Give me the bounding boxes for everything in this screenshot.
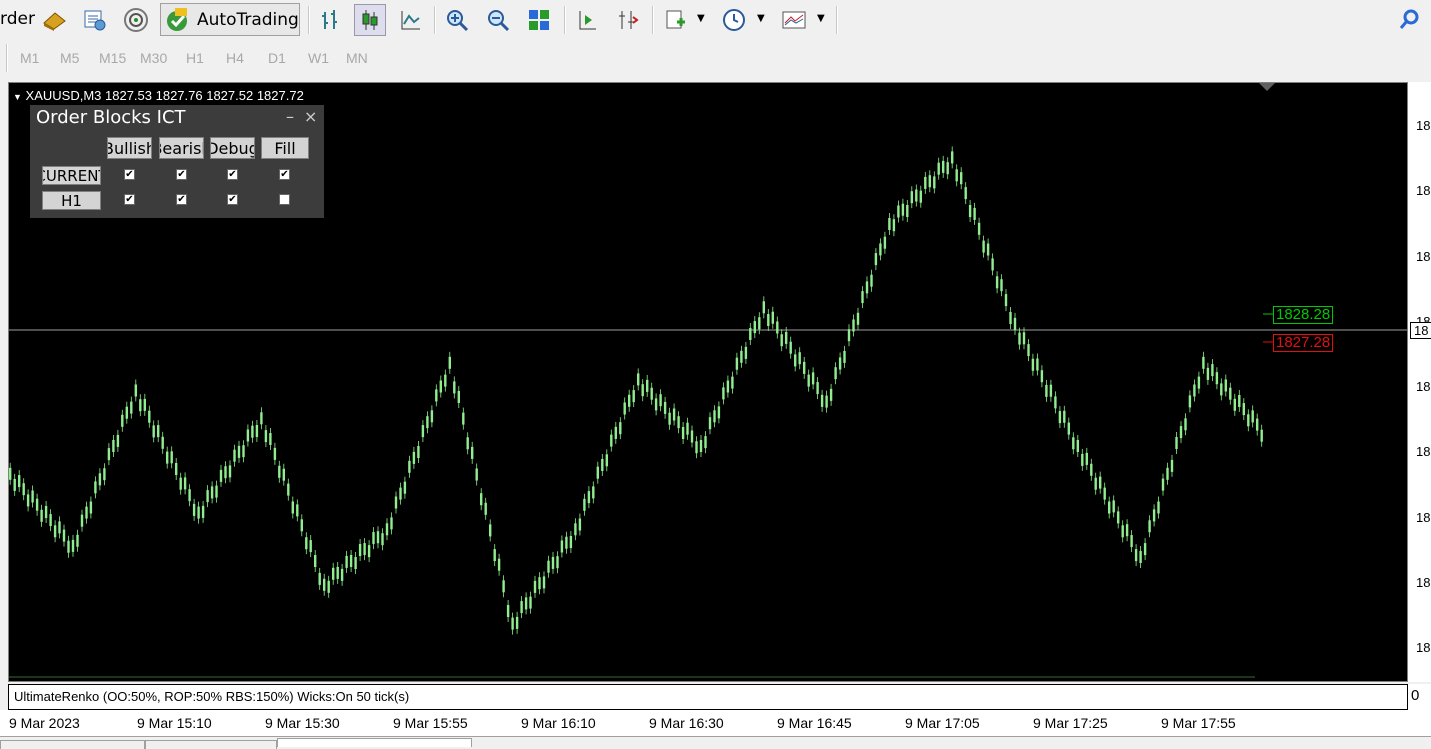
time-label: 9 Mar 17:05 bbox=[905, 715, 980, 731]
indicator-label: UltimateRenko (OO:50%, ROP:50% RBS:150%)… bbox=[14, 689, 410, 704]
minimize-icon[interactable]: – bbox=[286, 107, 294, 126]
new-order-label[interactable]: rder bbox=[0, 9, 35, 29]
timeframe-d1[interactable]: D1 bbox=[268, 50, 286, 66]
current-price-tag: 18 bbox=[1410, 322, 1431, 339]
checkbox-h1-debug[interactable]: ✔ bbox=[227, 194, 238, 205]
autotrading-icon bbox=[167, 8, 187, 31]
price-tick: 18 bbox=[1416, 379, 1431, 394]
timeframe-w1[interactable]: W1 bbox=[308, 50, 329, 66]
checkbox-current-fill[interactable]: ✔ bbox=[279, 169, 290, 180]
time-label: 9 Mar 15:10 bbox=[137, 715, 212, 731]
data-window-icon[interactable] bbox=[79, 4, 111, 36]
main-toolbar: rder AutoTrading ▼ ▼ ▼ bbox=[0, 0, 1431, 40]
bar-chart-icon[interactable] bbox=[314, 4, 346, 36]
timeframe-m30[interactable]: M30 bbox=[140, 50, 167, 66]
timeframe-mn[interactable]: MN bbox=[346, 50, 368, 66]
candlesticks-icon[interactable] bbox=[354, 4, 386, 36]
checkbox-current-bearish[interactable]: ✔ bbox=[176, 169, 187, 180]
time-label: 9 Mar 16:45 bbox=[777, 715, 852, 731]
signals-icon[interactable] bbox=[120, 4, 152, 36]
zoom-out-icon[interactable] bbox=[482, 4, 514, 36]
price-tick: 18 bbox=[1416, 575, 1431, 590]
time-label: 9 Mar 16:10 bbox=[521, 715, 596, 731]
checkbox-current-debug[interactable]: ✔ bbox=[227, 169, 238, 180]
indicators-dropdown-icon[interactable]: ▼ bbox=[697, 13, 705, 24]
indicator-pane[interactable]: UltimateRenko (OO:50%, ROP:50% RBS:150%)… bbox=[8, 684, 1408, 710]
chart-tabs bbox=[0, 736, 1431, 749]
timeframe-h4[interactable]: H4 bbox=[226, 50, 244, 66]
templates-dropdown-icon[interactable]: ▼ bbox=[817, 13, 825, 24]
close-icon[interactable]: × bbox=[304, 107, 317, 126]
line-chart-icon[interactable] bbox=[395, 4, 427, 36]
bearish-button[interactable]: Bearish bbox=[159, 137, 204, 159]
time-label: 9 Mar 15:30 bbox=[265, 715, 340, 731]
chart-shift-icon[interactable] bbox=[612, 4, 644, 36]
time-axis[interactable]: 9 Mar 2023 9 Mar 15:10 9 Mar 15:30 9 Mar… bbox=[0, 710, 1431, 736]
time-label: 9 Mar 17:55 bbox=[1161, 715, 1236, 731]
checkbox-h1-bullish[interactable]: ✔ bbox=[124, 194, 135, 205]
chart-tab-active[interactable] bbox=[277, 738, 472, 747]
autotrading-label: AutoTrading bbox=[197, 10, 299, 30]
price-tick: 18 bbox=[1416, 118, 1431, 133]
bullish-button[interactable]: Bullish bbox=[107, 137, 152, 159]
autotrading-button[interactable]: AutoTrading bbox=[160, 3, 300, 36]
ask-price-label: 1828.28 bbox=[1273, 306, 1334, 324]
bid-price-label: 1827.28 bbox=[1273, 334, 1334, 352]
zoom-in-icon[interactable] bbox=[441, 4, 473, 36]
checkbox-h1-bearish[interactable]: ✔ bbox=[176, 194, 187, 205]
time-label: 9 Mar 15:55 bbox=[393, 715, 468, 731]
checkbox-current-bullish[interactable]: ✔ bbox=[124, 169, 135, 180]
symbol-ohlc: XAUUSD,M3 1827.53 1827.76 1827.52 1827.7… bbox=[25, 88, 304, 103]
search-icon[interactable] bbox=[1393, 4, 1425, 36]
periods-icon[interactable] bbox=[718, 4, 750, 36]
price-tick: 18 bbox=[1416, 510, 1431, 525]
price-tick: 18 bbox=[1416, 640, 1431, 655]
indicator-axis: 0 bbox=[1408, 684, 1431, 710]
row-label-current[interactable]: CURRENT bbox=[42, 166, 101, 185]
timeframes-toolbar: M1 M5 M15 M30 H1 H4 D1 W1 MN bbox=[0, 40, 1431, 78]
tile-windows-icon[interactable] bbox=[523, 4, 555, 36]
periods-dropdown-icon[interactable]: ▼ bbox=[757, 13, 765, 24]
price-tick: 18 bbox=[1416, 444, 1431, 459]
market-watch-icon[interactable] bbox=[38, 4, 70, 36]
autoscroll-icon[interactable] bbox=[571, 4, 603, 36]
chart-symbol-header: ▼ XAUUSD,M3 1827.53 1827.76 1827.52 1827… bbox=[13, 88, 304, 103]
shift-marker-icon bbox=[1259, 83, 1275, 91]
timeframe-m15[interactable]: M15 bbox=[99, 50, 126, 66]
checkbox-h1-fill[interactable] bbox=[279, 194, 290, 205]
row-label-h1[interactable]: H1 bbox=[42, 191, 101, 210]
indicators-icon[interactable] bbox=[660, 4, 692, 36]
collapse-triangle-icon[interactable]: ▼ bbox=[13, 92, 22, 102]
timeframe-m1[interactable]: M1 bbox=[20, 50, 39, 66]
price-tick: 18 bbox=[1416, 183, 1431, 198]
order-blocks-panel[interactable]: Order Blocks ICT – × Bullish Bearish Deb… bbox=[30, 105, 324, 218]
time-label: 9 Mar 16:30 bbox=[649, 715, 724, 731]
timeframe-m5[interactable]: M5 bbox=[60, 50, 79, 66]
fill-button[interactable]: Fill bbox=[261, 137, 309, 159]
price-tick: 18 bbox=[1416, 249, 1431, 264]
debug-button[interactable]: Debug bbox=[210, 137, 255, 159]
indicator-axis-label: 0 bbox=[1411, 687, 1420, 704]
templates-icon[interactable] bbox=[778, 4, 810, 36]
time-label: 9 Mar 2023 bbox=[9, 715, 80, 731]
panel-title: Order Blocks ICT bbox=[36, 107, 186, 128]
time-label: 9 Mar 17:25 bbox=[1033, 715, 1108, 731]
timeframe-h1[interactable]: H1 bbox=[186, 50, 204, 66]
price-axis[interactable]: 18 18 18 18 18 18 18 18 18 18 bbox=[1408, 82, 1431, 682]
